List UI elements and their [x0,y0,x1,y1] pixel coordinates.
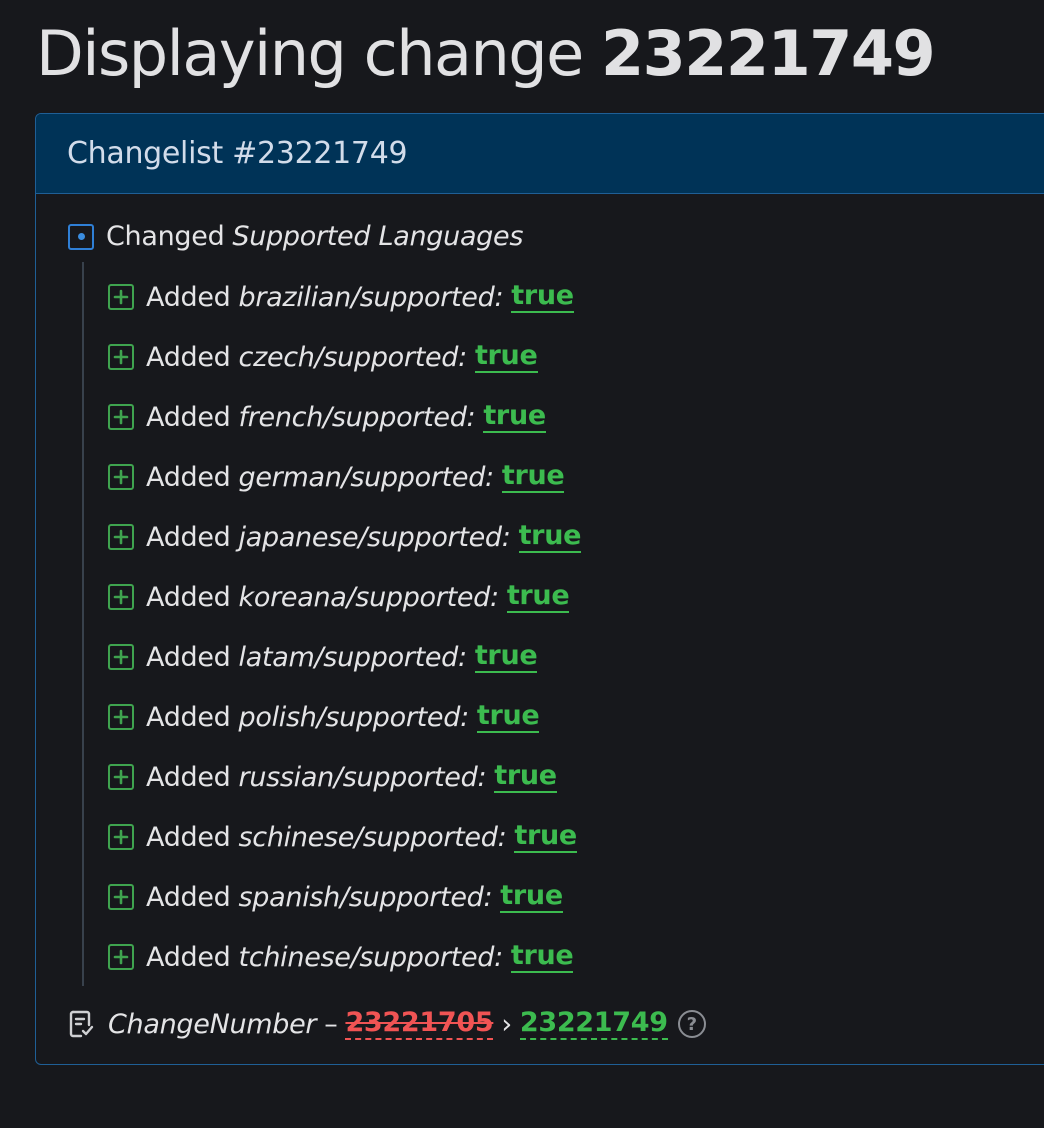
help-icon[interactable]: ? [677,1010,706,1038]
item-value[interactable]: true [511,281,574,313]
item-value[interactable]: true [518,521,581,553]
added-item-row: Added schinese/supported: true [108,821,577,853]
changed-square-icon [68,223,94,250]
tree-line [82,262,84,986]
item-value[interactable]: true [506,581,570,613]
item-verb: Added [146,821,231,853]
added-item-row: Added tchinese/supported: true [108,941,574,973]
plus-square-icon [108,704,134,730]
item-key: czech/supported: [238,341,468,373]
item-key: koreana/supported: [238,581,500,613]
item-verb: Added [146,581,231,613]
added-item-row: Added brazilian/supported: true [108,281,574,313]
plus-square-icon [108,884,134,910]
added-item-row: Added polish/supported: true [108,701,540,733]
item-value[interactable]: true [476,701,540,733]
item-verb: Added [146,641,231,673]
added-item-row: Added japanese/supported: true [108,521,581,553]
group-row: Changed Supported Languages [68,221,523,252]
item-verb: Added [146,521,231,553]
plus-square-icon [108,404,134,430]
plus-square-icon [108,284,134,310]
page-title-prefix: Displaying change [36,17,584,90]
item-value[interactable]: true [501,461,565,493]
item-verb: Added [146,401,231,433]
page-title: Displaying change 23221749 [36,17,936,90]
item-verb: Added [146,941,231,973]
item-value[interactable]: true [514,821,577,853]
plus-square-icon [108,944,134,970]
item-key: russian/supported: [238,761,487,793]
item-key: french/supported: [238,401,476,433]
group-verb: Changed [106,221,225,252]
item-value[interactable]: true [483,401,546,433]
item-verb: Added [146,461,231,493]
change-number-row: ChangeNumber – 23221705 › 23221749 ? [68,1008,706,1040]
item-value[interactable]: true [474,341,538,373]
item-key: schinese/supported: [238,821,507,853]
plus-square-icon [108,764,134,790]
panel-header-title: Changelist #23221749 [67,136,408,171]
added-item-row: Added german/supported: true [108,461,565,493]
item-key: german/supported: [238,461,495,493]
change-number-label: ChangeNumber [108,1008,317,1040]
item-value[interactable]: true [500,881,563,913]
plus-square-icon [108,344,134,370]
item-verb: Added [146,341,231,373]
change-number-dash: – [324,1008,338,1040]
item-value[interactable]: true [494,761,557,793]
item-value[interactable]: true [474,641,538,673]
item-key: tchinese/supported: [238,941,504,973]
item-verb: Added [146,701,231,733]
added-item-row: Added latam/supported: true [108,641,538,673]
plus-square-icon [108,644,134,670]
old-change-number[interactable]: 23221705 [345,1008,494,1040]
item-key: spanish/supported: [238,881,493,913]
item-verb: Added [146,881,231,913]
added-item-row: Added koreana/supported: true [108,581,570,613]
added-item-row: Added french/supported: true [108,401,546,433]
plus-square-icon [108,464,134,490]
panel-header: Changelist #23221749 [36,114,1044,194]
added-item-row: Added czech/supported: true [108,341,538,373]
item-key: japanese/supported: [238,521,511,553]
document-check-icon [68,1009,96,1039]
group-name: Supported Languages [232,221,524,252]
arrow-separator: › [501,1008,512,1040]
plus-square-icon [108,524,134,550]
item-key: brazilian/supported: [238,281,504,313]
added-item-row: Added spanish/supported: true [108,881,563,913]
item-value[interactable]: true [510,941,574,973]
new-change-number[interactable]: 23221749 [519,1008,668,1040]
item-key: latam/supported: [238,641,468,673]
page-title-number: 23221749 [601,17,936,90]
plus-square-icon [108,824,134,850]
item-verb: Added [146,761,231,793]
plus-square-icon [108,584,134,610]
item-verb: Added [146,281,231,313]
added-item-row: Added russian/supported: true [108,761,557,793]
item-key: polish/supported: [238,701,470,733]
